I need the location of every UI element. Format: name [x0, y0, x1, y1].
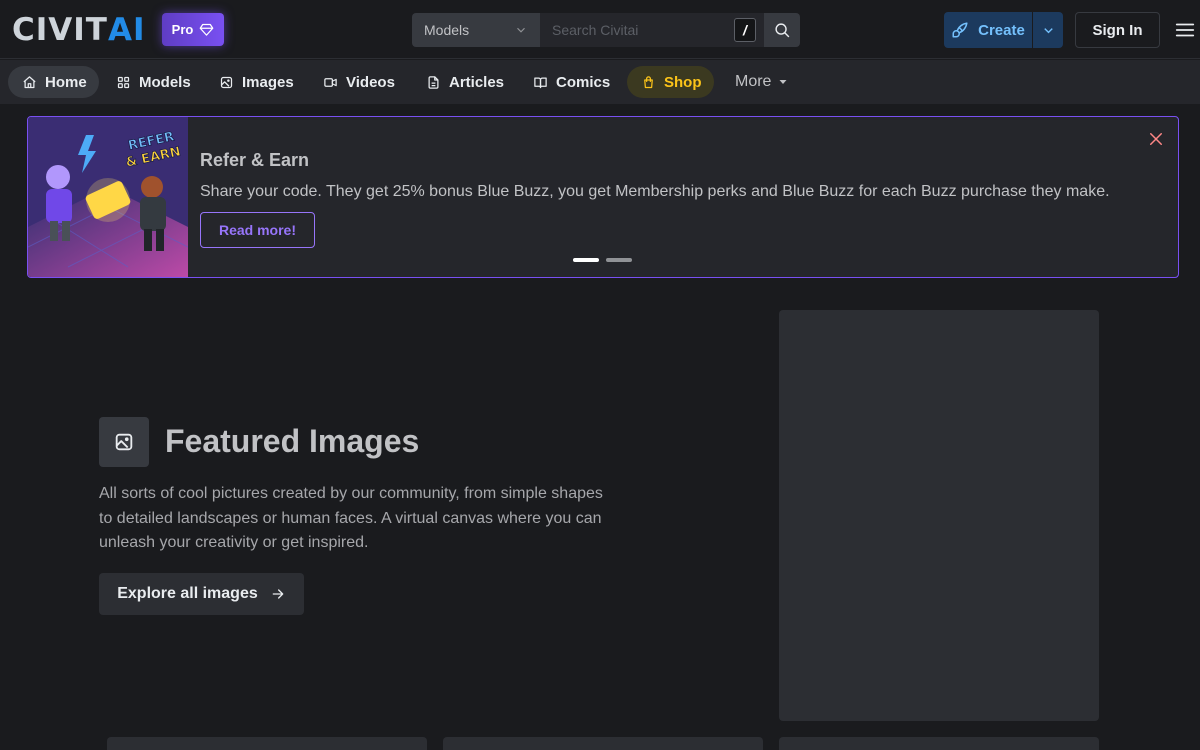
nav-label: Home: [45, 73, 87, 91]
nav-item-comics[interactable]: Comics: [519, 66, 624, 98]
carousel-indicator-active[interactable]: [573, 258, 599, 262]
nav-item-models[interactable]: Models: [102, 66, 205, 98]
banner-title: Refer & Earn: [200, 150, 310, 170]
explore-all-images-button[interactable]: Explore all images: [99, 573, 304, 615]
chevron-down-icon: [1043, 27, 1053, 33]
photo-icon: [220, 76, 233, 88]
book-icon: [534, 77, 547, 88]
chevron-down-icon: [517, 27, 525, 33]
banner-illustration-art: REFER & EARN: [28, 117, 188, 277]
image-card-placeholder[interactable]: [779, 737, 1099, 750]
carousel-indicator[interactable]: [606, 258, 632, 262]
create-button[interactable]: Create: [944, 12, 1032, 48]
close-icon[interactable]: [1147, 130, 1165, 148]
sign-in-label: Sign In: [1092, 21, 1143, 39]
create-label: Create: [978, 21, 1025, 39]
diamond-icon: [199, 23, 214, 36]
nav-label: Comics: [556, 73, 611, 91]
nav-item-images[interactable]: Images: [205, 66, 308, 98]
pro-label: Pro: [171, 22, 194, 37]
nav-label: Articles: [449, 73, 505, 91]
read-more-button[interactable]: Read more!: [200, 212, 315, 248]
nav-label: Videos: [346, 73, 395, 91]
civitai-logo[interactable]: CIVIT AI: [12, 14, 146, 46]
search-bar: Models Search Civitai /: [412, 13, 800, 47]
read-more-label: Read more!: [218, 222, 297, 238]
home-icon: [23, 75, 36, 88]
featured-images-badge: [99, 417, 149, 467]
logo-text-civit: CIVIT: [12, 12, 108, 48]
sign-in-button[interactable]: Sign In: [1075, 12, 1160, 48]
main-nav: Home Models Images Videos Articles Comic…: [0, 60, 1200, 104]
video-icon: [324, 77, 337, 87]
nav-more-label: More: [735, 73, 772, 90]
featured-images-title: Featured Images: [165, 423, 420, 459]
search-input[interactable]: Search Civitai /: [540, 13, 764, 47]
image-card-placeholder[interactable]: [443, 737, 763, 750]
nav-item-videos[interactable]: Videos: [309, 66, 409, 98]
nav-label: Shop: [664, 73, 702, 91]
hamburger-menu-icon[interactable]: [1174, 19, 1196, 41]
grid-icon: [117, 76, 130, 88]
file-text-icon: [428, 75, 439, 89]
nav-item-articles[interactable]: Articles: [412, 66, 518, 98]
logo-text-ai: AI: [107, 12, 146, 48]
nav-label: Models: [139, 73, 191, 91]
nav-item-shop[interactable]: Shop: [627, 66, 714, 98]
search-shortcut-key: /: [734, 18, 756, 42]
search-placeholder: Search Civitai: [552, 22, 639, 38]
nav-label: Images: [242, 73, 294, 91]
image-card-placeholder[interactable]: [107, 737, 427, 750]
caret-down-icon: [779, 80, 787, 84]
search-category-select[interactable]: Models: [412, 13, 540, 47]
refer-earn-banner: REFER & EARN Refer & Earn Share your cod…: [27, 116, 1179, 278]
top-header: CIVIT AI Pro Models Search Civitai / Crea…: [0, 0, 1200, 59]
brush-icon: [952, 22, 968, 38]
search-button[interactable]: [764, 13, 800, 47]
refer-earn-illustration: REFER & EARN: [28, 117, 188, 277]
photo-icon: [115, 433, 133, 451]
search-icon: [774, 22, 789, 37]
featured-image-card-placeholder[interactable]: [779, 310, 1099, 721]
shopping-bag-icon: [644, 75, 653, 88]
banner-description: Share your code. They get 25% bonus Blue…: [200, 183, 1110, 200]
pro-button[interactable]: Pro: [162, 13, 224, 46]
nav-more-dropdown[interactable]: More: [721, 66, 803, 98]
create-dropdown-toggle[interactable]: [1032, 12, 1063, 48]
create-menu: Create: [944, 12, 1063, 48]
featured-images-description: All sorts of cool pictures created by ou…: [99, 485, 603, 551]
arrow-right-icon: [272, 589, 284, 599]
search-category-value: Models: [424, 22, 470, 38]
explore-label: Explore all images: [117, 585, 258, 602]
nav-item-home[interactable]: Home: [8, 66, 99, 98]
